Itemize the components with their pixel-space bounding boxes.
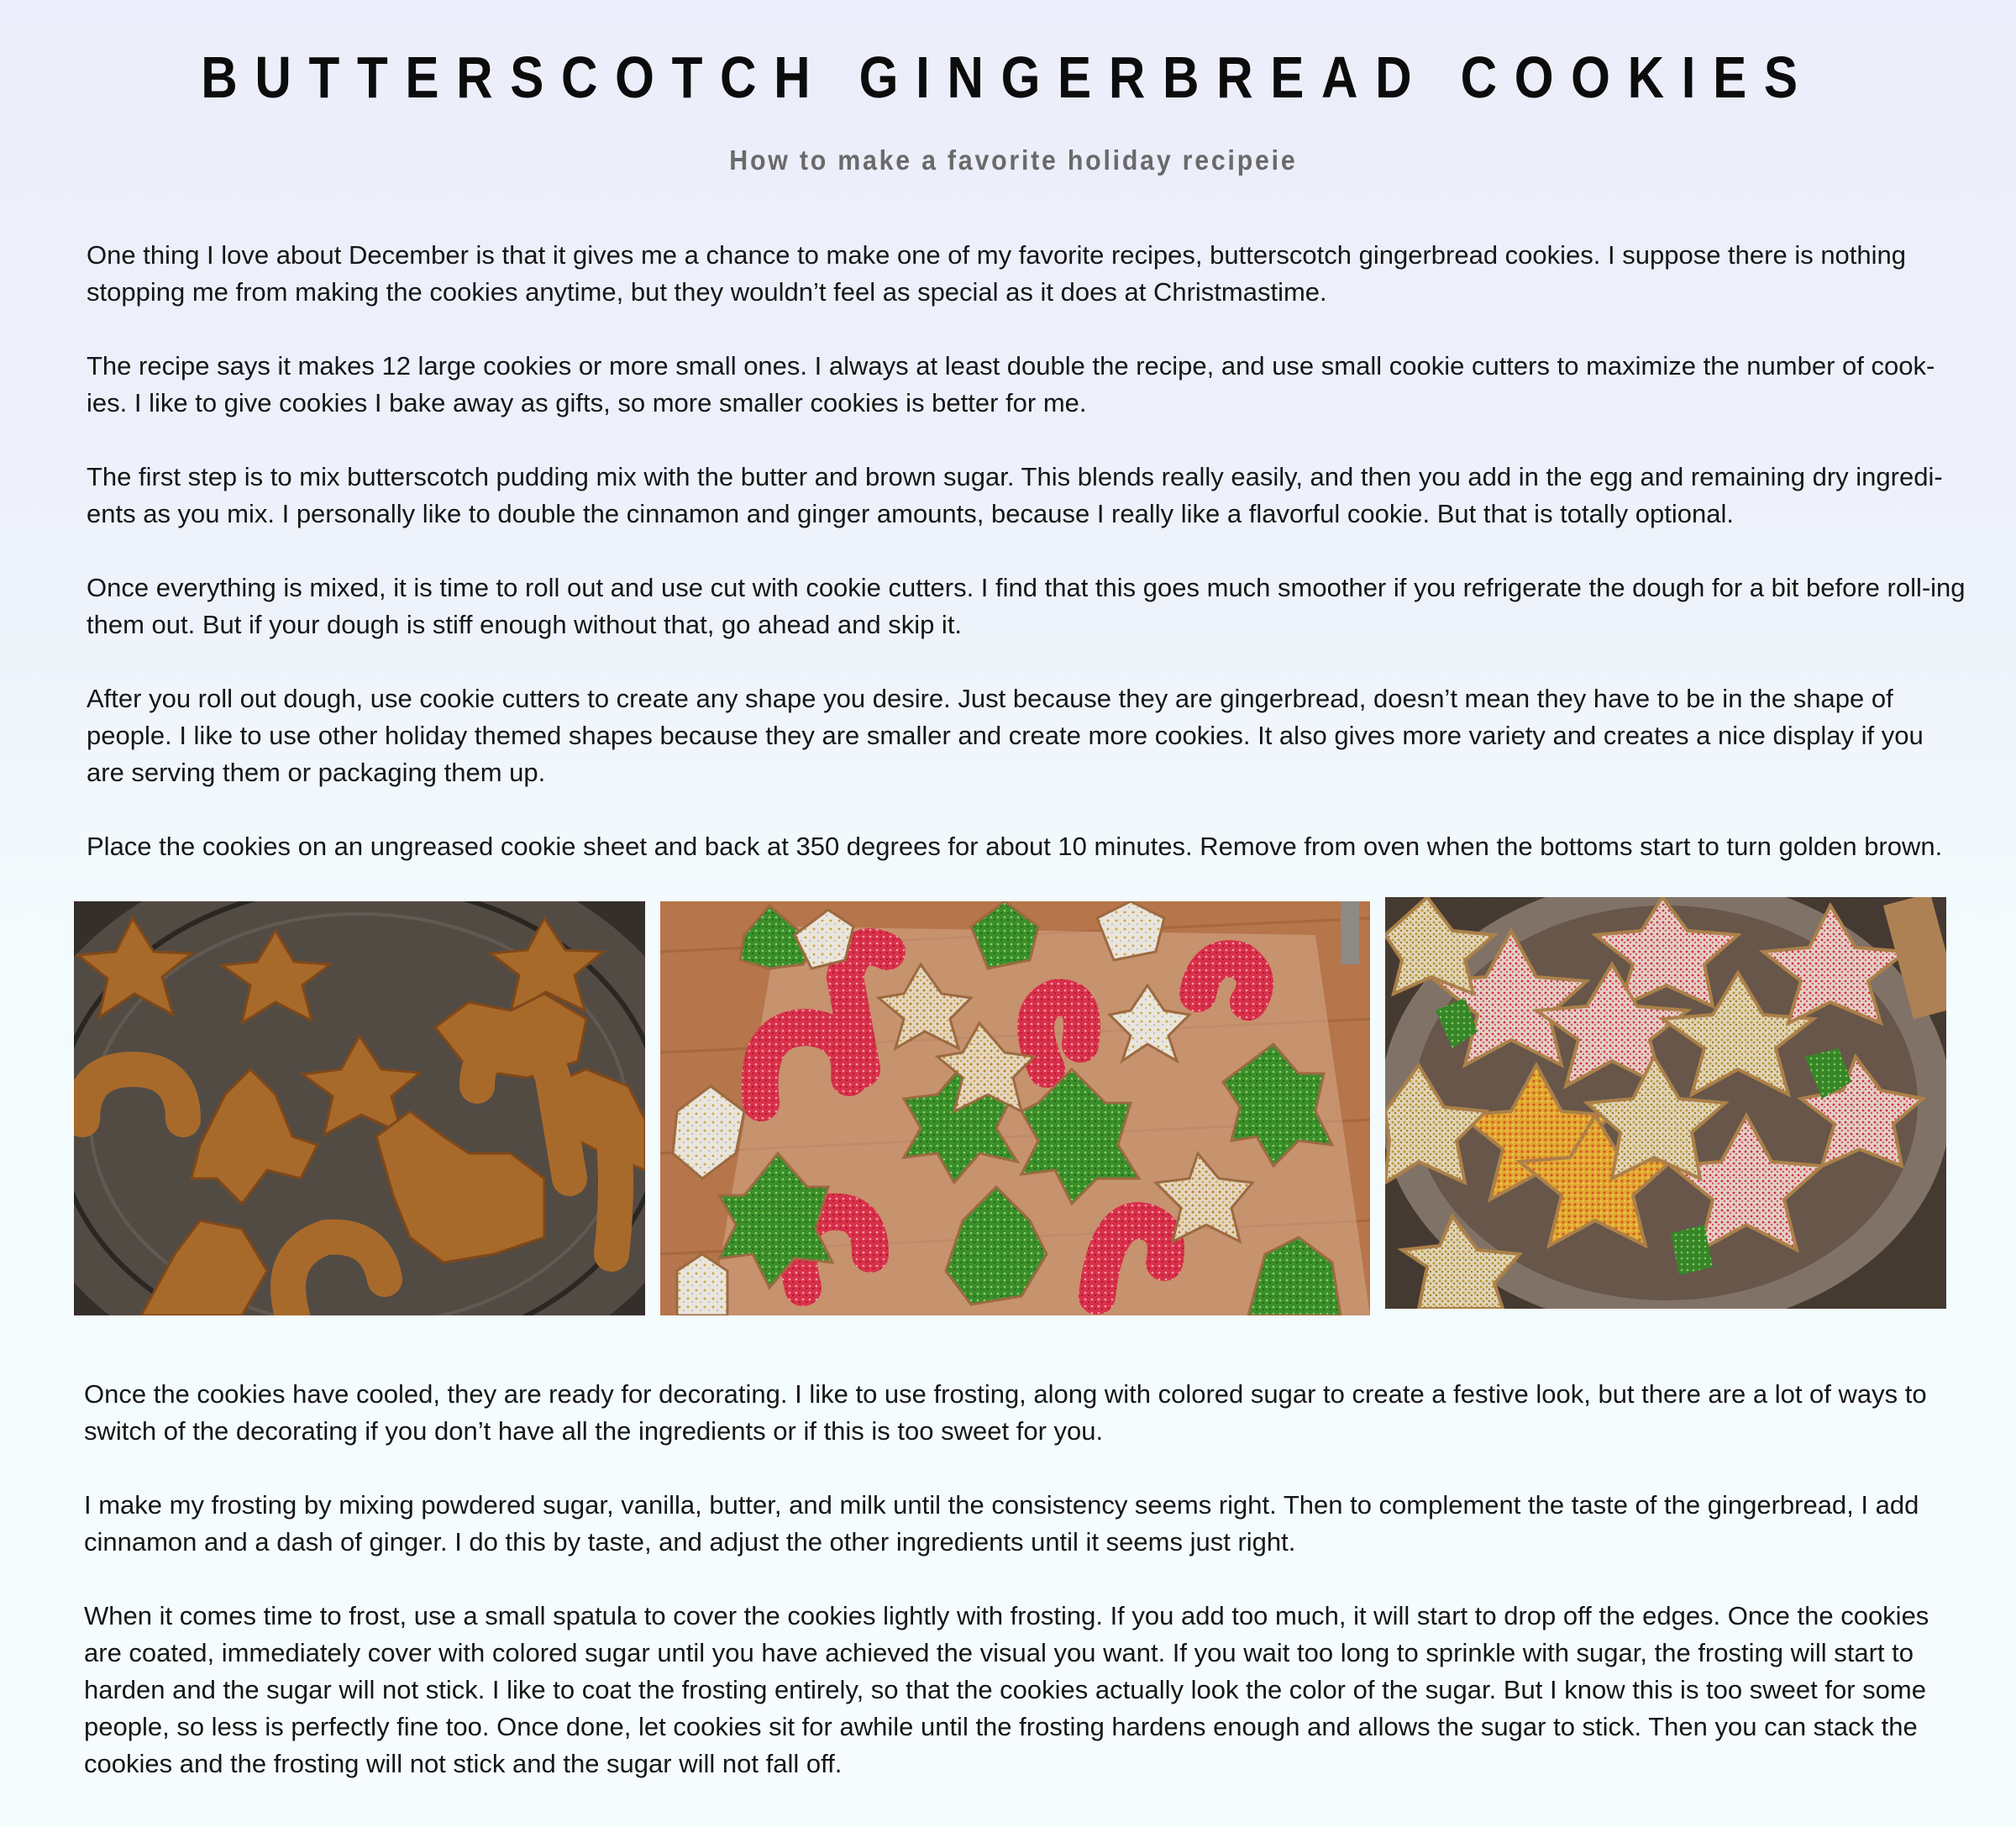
paragraph: Once the cookies have cooled, they are r… (84, 1379, 1927, 1446)
decorated-stars-photo (1385, 897, 1946, 1309)
paragraph: Once everything is mixed, it is time to … (87, 573, 1966, 639)
paragraph: The first step is to mix butterscotch pu… (87, 462, 1943, 528)
paragraph: The recipe says it makes 12 large cookie… (87, 351, 1935, 417)
frosted-cookies-photo (660, 901, 1370, 1315)
paragraph: When it comes time to frost, use a small… (84, 1601, 1929, 1778)
paragraph: Place the cookies on an ungreased cookie… (87, 832, 1943, 861)
baked-cookies-photo (74, 901, 645, 1315)
article-title: BUTTERSCOTCH GINGERBREAD COOKIES (201, 45, 1815, 110)
paragraph: I make my frosting by mixing powdered su… (84, 1490, 1919, 1557)
paragraph: After you roll out dough, use cookie cut… (87, 684, 1924, 787)
paragraph: One thing I love about December is that … (87, 240, 1907, 307)
article-subtitle: How to make a favorite holiday recipeie (729, 144, 1298, 176)
